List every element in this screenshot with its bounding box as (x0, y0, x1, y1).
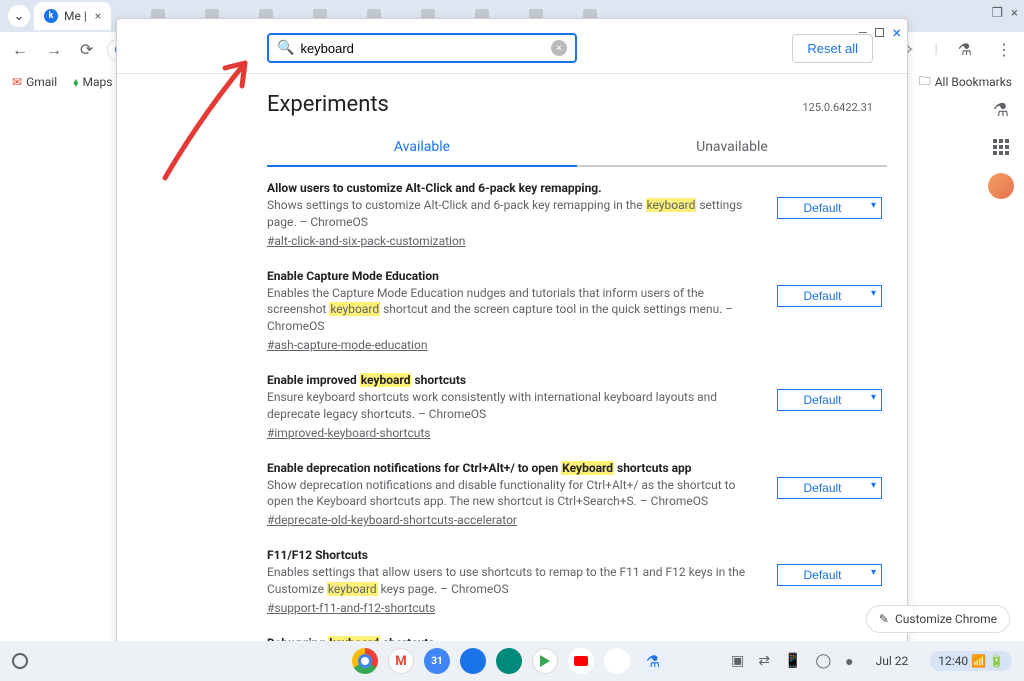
bookmark-maps[interactable]: ⬧Maps (73, 75, 112, 90)
experiment-description: Shows settings to customize Alt-Click an… (267, 197, 759, 231)
tab-available[interactable]: Available (267, 129, 577, 167)
shelf: M 31 ⚗ ▣ ⇄ 📱 ◯ ● Jul 22 12:40 📶 🔋 (0, 641, 1024, 681)
all-bookmarks[interactable]: All Bookmarks (935, 75, 1012, 89)
cast-icon[interactable]: ▣ (731, 653, 744, 669)
shelf-apps: M 31 ⚗ (352, 648, 666, 674)
window-controls: — × (858, 23, 901, 42)
stop-icon[interactable]: ◯ (816, 653, 832, 669)
flask-icon[interactable]: ⚗ (640, 648, 666, 674)
experiments-list: Allow users to customize Alt-Click and 6… (267, 167, 887, 658)
date-label[interactable]: Jul 22 (868, 651, 917, 671)
labs-icon[interactable]: ⚗ (954, 40, 976, 59)
experiment-row: Enable improved keyboard shortcuts Ensure… (267, 361, 887, 449)
menu-icon[interactable]: ⋮ (992, 40, 1016, 59)
close-icon[interactable]: × (1011, 6, 1018, 21)
search-icon: 🔍 (277, 40, 294, 56)
avatar[interactable] (988, 173, 1014, 199)
reload-icon[interactable]: ⟳ (76, 40, 97, 59)
forward-icon[interactable]: → (42, 40, 66, 60)
photos-icon[interactable] (604, 648, 630, 674)
tab-favicon: k (44, 9, 58, 23)
quickshare-icon[interactable]: ⇄ (758, 653, 770, 669)
system-tray: ▣ ⇄ 📱 ◯ ● Jul 22 12:40 📶 🔋 (731, 651, 1012, 671)
youtube-icon[interactable] (568, 648, 594, 674)
add-icon[interactable]: ● (845, 653, 853, 670)
gmail-icon[interactable]: M (388, 648, 414, 674)
browser-tab[interactable]: k Me | × (34, 2, 111, 30)
experiments-panel: — × 🔍 × Reset all Experiments 125.0.6422… (116, 18, 908, 658)
maximize-icon[interactable] (875, 28, 884, 37)
files-icon[interactable] (460, 648, 486, 674)
chrome-icon[interactable] (352, 648, 378, 674)
experiment-title: Enable improved keyboard shortcuts (267, 373, 759, 387)
folder-icon: 🗀 (919, 72, 931, 93)
experiment-select[interactable]: Default (777, 564, 882, 586)
experiment-title: Enable deprecation notifications for Ctr… (267, 461, 759, 475)
experiment-hash-link[interactable]: #alt-click-and-six-pack-customization (267, 234, 465, 248)
launcher-icon[interactable] (12, 653, 28, 669)
experiment-description: Show deprecation notifications and disab… (267, 477, 759, 511)
experiment-hash-link[interactable]: #deprecate-old-keyboard-shortcuts-accele… (267, 513, 517, 527)
experiment-hash-link[interactable]: #support-f11-and-f12-shortcuts (267, 601, 435, 615)
close-icon[interactable]: × (892, 23, 901, 42)
tab-dropdown[interactable]: ⌄ (8, 5, 30, 27)
page-title: Experiments (267, 92, 389, 117)
side-icons: ⚗ (988, 100, 1014, 199)
window-controls-outer: ❐ × (991, 6, 1018, 21)
experiment-description: Enables the Capture Mode Education nudge… (267, 285, 759, 335)
bookmark-gmail[interactable]: ✉Gmail (12, 75, 57, 89)
experiment-row: Enable Capture Mode Education Enables the… (267, 257, 887, 361)
search-input[interactable] (300, 41, 551, 56)
calendar-icon[interactable]: 31 (424, 648, 450, 674)
customize-chrome-button[interactable]: ✎ Customize Chrome (866, 605, 1010, 633)
tab-unavailable[interactable]: Unavailable (577, 129, 887, 167)
minimize-icon[interactable]: — (858, 26, 867, 40)
clear-icon[interactable]: × (551, 40, 567, 56)
experiment-hash-link[interactable]: #improved-keyboard-shortcuts (267, 426, 430, 440)
phone-icon[interactable]: 📱 (784, 653, 801, 669)
experiment-description: Ensure keyboard shortcuts work consisten… (267, 389, 759, 423)
close-icon[interactable]: × (95, 9, 101, 23)
experiment-title: Enable Capture Mode Education (267, 269, 759, 283)
experiment-description: Enables settings that allow users to use… (267, 564, 759, 598)
version-label: 125.0.6422.31 (802, 101, 873, 114)
experiment-select[interactable]: Default (777, 477, 882, 499)
experiment-title: F11/F12 Shortcuts (267, 548, 759, 562)
experiment-select[interactable]: Default (777, 197, 882, 219)
experiment-hash-link[interactable]: #ash-capture-mode-education (267, 338, 427, 352)
search-box: 🔍 × (267, 33, 577, 63)
experiment-row: F11/F12 Shortcuts Enables settings that a… (267, 536, 887, 624)
pencil-icon: ✎ (879, 612, 889, 626)
apps-grid-icon[interactable] (993, 139, 1009, 155)
experiment-title: Allow users to customize Alt-Click and 6… (267, 181, 759, 195)
experiment-row: Enable deprecation notifications for Ctr… (267, 449, 887, 537)
tab-title: Me | (64, 9, 87, 23)
restore-icon[interactable]: ❐ (991, 6, 1003, 21)
experiment-row: Allow users to customize Alt-Click and 6… (267, 169, 887, 257)
search-row: 🔍 × Reset all (117, 19, 907, 73)
play-icon[interactable] (532, 648, 558, 674)
experiment-select[interactable]: Default (777, 389, 882, 411)
experiment-select[interactable]: Default (777, 285, 882, 307)
back-icon[interactable]: ← (8, 40, 32, 60)
meet-icon[interactable] (496, 648, 522, 674)
tabs: Available Unavailable (267, 129, 887, 167)
status-pill[interactable]: 12:40 📶 🔋 (930, 651, 1012, 671)
content-area: Experiments 125.0.6422.31 Available Unav… (117, 73, 907, 658)
labs-icon[interactable]: ⚗ (993, 100, 1009, 121)
